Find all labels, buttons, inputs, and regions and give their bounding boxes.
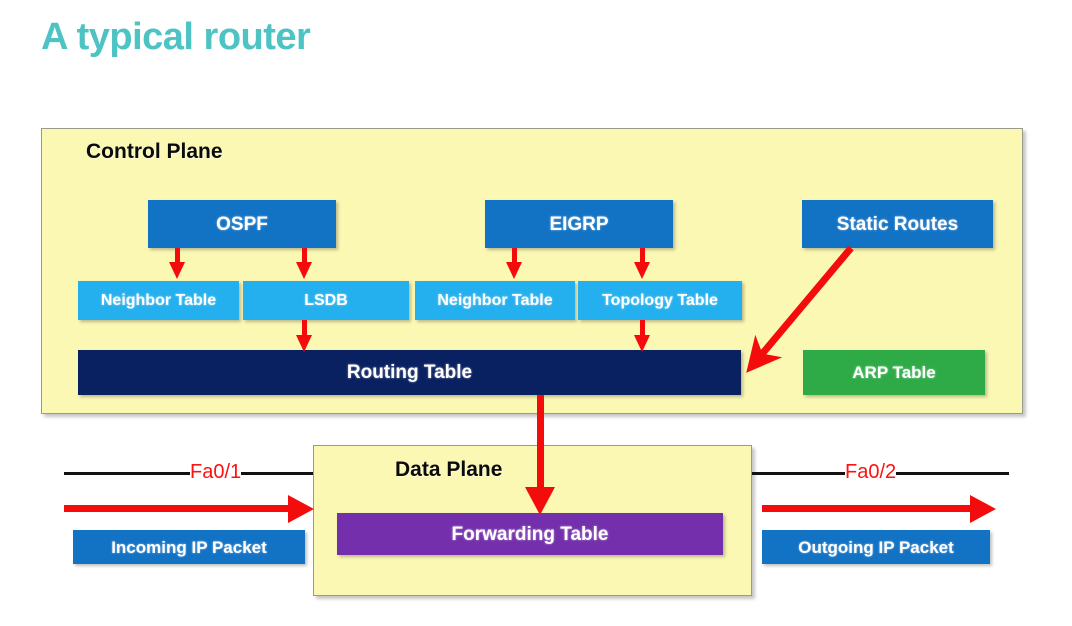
arrow-eigrp-to-neighbor-stem xyxy=(512,248,517,262)
forwarding-table-label: Forwarding Table xyxy=(451,523,609,545)
ospf-neighbor-table-box[interactable]: Neighbor Table xyxy=(78,281,239,320)
incoming-packet-arrow-head xyxy=(288,495,314,523)
arrow-topology-to-routing-head xyxy=(634,335,650,352)
eigrp-neighbor-table-box[interactable]: Neighbor Table xyxy=(415,281,575,320)
outgoing-ip-packet-label: Outgoing IP Packet xyxy=(798,537,954,557)
topology-table-box[interactable]: Topology Table xyxy=(578,281,742,320)
forwarding-table-box[interactable]: Forwarding Table xyxy=(337,513,723,555)
incoming-ip-packet-box[interactable]: Incoming IP Packet xyxy=(73,530,305,564)
lsdb-box[interactable]: LSDB xyxy=(243,281,409,320)
page-title: A typical router xyxy=(41,16,311,58)
arrow-topology-to-routing-stem xyxy=(640,320,645,335)
interface-label-fa01: Fa0/1 xyxy=(190,461,242,483)
interface-line-left xyxy=(64,472,313,475)
control-plane-label: Control Plane xyxy=(86,140,223,163)
data-plane-label: Data Plane xyxy=(395,458,503,481)
eigrp-box[interactable]: EIGRP xyxy=(485,200,673,248)
arrow-static-routes-to-routing xyxy=(746,245,854,373)
ospf-box[interactable]: OSPF xyxy=(148,200,336,248)
lsdb-label: LSDB xyxy=(304,291,348,309)
arrow-eigrp-to-topology-head xyxy=(634,262,650,279)
arrow-eigrp-to-neighbor-head xyxy=(506,262,522,279)
arrow-routing-to-forwarding-stem xyxy=(537,395,544,489)
arrow-lsdb-to-routing-head xyxy=(296,335,312,352)
arrow-routing-to-forwarding-head xyxy=(525,487,555,515)
arrow-ospf-to-neighbor-stem xyxy=(175,248,180,262)
static-routes-label: Static Routes xyxy=(836,213,959,235)
incoming-packet-arrow-stem xyxy=(64,505,292,512)
ospf-label: OSPF xyxy=(216,213,268,235)
outgoing-packet-arrow-stem xyxy=(762,505,974,512)
arrow-ospf-to-lsdb-stem xyxy=(302,248,307,262)
arrow-ospf-to-neighbor-head xyxy=(169,262,185,279)
routing-table-label: Routing Table xyxy=(346,362,473,383)
arrow-lsdb-to-routing-stem xyxy=(302,320,307,335)
outgoing-ip-packet-box[interactable]: Outgoing IP Packet xyxy=(762,530,990,564)
topology-table-label: Topology Table xyxy=(602,291,718,309)
eigrp-neighbor-table-label: Neighbor Table xyxy=(437,291,553,309)
incoming-ip-packet-label: Incoming IP Packet xyxy=(111,537,267,557)
eigrp-label: EIGRP xyxy=(549,213,609,235)
arrow-ospf-to-lsdb-head xyxy=(296,262,312,279)
interface-label-fa02: Fa0/2 xyxy=(845,461,897,483)
diagram-canvas: A typical router Control Plane OSPF EIGR… xyxy=(0,0,1072,626)
arrow-eigrp-to-topology-stem xyxy=(640,248,645,262)
routing-table-box[interactable]: Routing Table xyxy=(78,350,741,395)
ospf-neighbor-table-label: Neighbor Table xyxy=(100,291,217,309)
outgoing-packet-arrow-head xyxy=(970,495,996,523)
